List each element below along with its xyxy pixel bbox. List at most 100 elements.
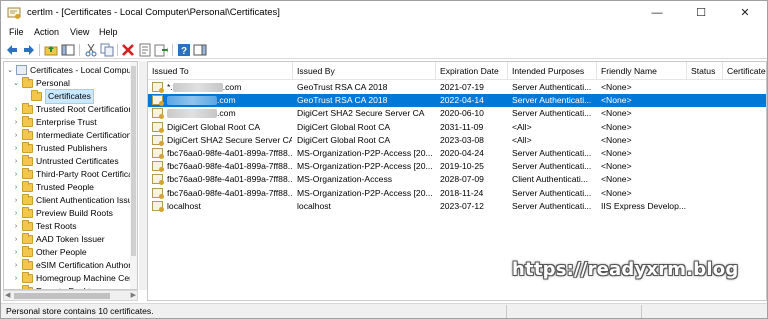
column-header[interactable]: Issued By	[293, 62, 436, 80]
collapsed-chevron-icon[interactable]: ›	[12, 103, 20, 116]
cell-template	[727, 173, 766, 186]
table-row[interactable]: fbc76aa0-98fe-4a01-899a-7ff88... MS-Organ…	[148, 160, 766, 173]
table-row[interactable]: .com DigiCert SHA2 Secure Server CA 2020-0…	[148, 107, 766, 120]
cell-purposes: Client Authenticati...	[512, 174, 588, 184]
table-row[interactable]: fbc76aa0-98fe-4a01-899a-7ff88... MS-Organ…	[148, 173, 766, 186]
certificate-icon	[152, 188, 164, 199]
cell-template	[727, 107, 766, 120]
collapsed-chevron-icon[interactable]: ›	[12, 142, 20, 155]
cell-friendly: <None>	[601, 82, 632, 92]
delete-icon[interactable]	[121, 43, 135, 57]
cell-friendly: IIS Express Develop...	[601, 201, 686, 211]
tree-horizontal-scrollbar[interactable]: ◀ ▶	[3, 290, 138, 301]
certlm-window: certlm - [Certificates - Local Computer\…	[0, 0, 768, 319]
collapsed-chevron-icon[interactable]: ›	[12, 116, 20, 129]
expanded-chevron-icon[interactable]: ⌄	[6, 64, 14, 77]
cell-status	[691, 94, 722, 107]
cell-status	[691, 200, 722, 213]
pane-splitter[interactable]	[139, 61, 147, 290]
column-header[interactable]: Issued To	[148, 62, 293, 80]
cell-template	[727, 121, 766, 134]
minimize-button[interactable]: —	[635, 1, 679, 25]
collapsed-chevron-icon[interactable]: ›	[12, 155, 20, 168]
help-icon[interactable]: ?	[177, 43, 191, 57]
table-row-selected[interactable]: .com GeoTrust RSA CA 2018 2022-04-14 Server…	[148, 94, 766, 107]
table-row[interactable]: DigiCert SHA2 Secure Server CA DigiCert G…	[148, 134, 766, 147]
column-header[interactable]: Friendly Name	[597, 62, 687, 80]
issued-to-prefix: *.	[167, 82, 173, 92]
tree-item-label: Trusted Publishers	[36, 143, 108, 153]
cell-purposes: Server Authenticati...	[512, 188, 592, 198]
column-header[interactable]: Expiration Date	[436, 62, 508, 80]
tree-item-label: Trusted People	[36, 182, 94, 192]
collapsed-chevron-icon[interactable]: ›	[12, 246, 20, 259]
cell-status	[691, 107, 722, 120]
collapsed-chevron-icon[interactable]: ›	[12, 207, 20, 220]
collapsed-chevron-icon[interactable]: ›	[12, 194, 20, 207]
menu-help[interactable]: Help	[99, 27, 118, 37]
cell-issued-to: DigiCert SHA2 Secure Server CA	[167, 134, 292, 147]
menu-view[interactable]: View	[70, 27, 89, 37]
collapsed-chevron-icon[interactable]: ›	[12, 181, 20, 194]
cell-expiration: 2020-04-24	[440, 148, 484, 158]
action-pane-icon[interactable]	[193, 43, 207, 57]
column-header[interactable]: Intended Purposes	[508, 62, 597, 80]
scrollbar-thumb[interactable]	[131, 66, 136, 256]
cut-icon[interactable]	[84, 43, 98, 57]
certificate-icon	[152, 174, 164, 185]
collapsed-chevron-icon[interactable]: ›	[12, 168, 20, 181]
tree-vertical-scrollbar[interactable]	[130, 62, 137, 289]
issued-to-text: fbc76aa0-98fe-4a01-899a-7ff88...	[167, 148, 292, 158]
back-arrow-icon[interactable]	[5, 43, 19, 57]
properties-icon[interactable]	[138, 43, 152, 57]
folder-icon	[22, 259, 33, 270]
cell-template	[727, 134, 766, 147]
column-header[interactable]: Status	[687, 62, 723, 80]
table-row[interactable]: *. .com GeoTrust RSA CA 2018 2021-07-19 Serv…	[148, 81, 766, 94]
toolbar: ?	[1, 41, 767, 59]
maximize-button[interactable]: ☐	[679, 1, 723, 25]
toolbar-separator	[39, 44, 40, 56]
collapsed-chevron-icon[interactable]: ›	[12, 233, 20, 246]
table-row[interactable]: fbc76aa0-98fe-4a01-899a-7ff88... MS-Organ…	[148, 187, 766, 200]
folder-icon	[22, 129, 33, 140]
scroll-left-icon[interactable]: ◀	[5, 291, 10, 299]
expanded-chevron-icon[interactable]: ⌄	[12, 77, 20, 90]
menu-file[interactable]: File	[9, 27, 24, 37]
scroll-right-icon[interactable]: ▶	[131, 291, 136, 299]
cell-friendly: <None>	[601, 161, 632, 171]
collapsed-chevron-icon[interactable]: ›	[12, 259, 20, 272]
cell-expiration: 2023-03-08	[440, 135, 484, 145]
cell-friendly: <None>	[601, 135, 632, 145]
menu-action[interactable]: Action	[34, 27, 59, 37]
scrollbar-thumb[interactable]	[14, 293, 110, 299]
cell-expiration: 2019-10-25	[440, 161, 484, 171]
export-list-icon[interactable]	[154, 43, 168, 57]
certificate-icon	[152, 201, 164, 212]
cell-issued-to: DigiCert Global Root CA	[167, 121, 292, 134]
table-row[interactable]: DigiCert Global Root CA DigiCert Global R…	[148, 121, 766, 134]
close-button[interactable]: ✕	[723, 1, 767, 25]
forward-arrow-icon[interactable]	[22, 43, 36, 57]
cell-expiration: 2028-07-09	[440, 174, 484, 184]
cell-template	[727, 187, 766, 200]
collapsed-chevron-icon[interactable]: ›	[12, 129, 20, 142]
console-tree[interactable]: ⌄ Certificates - Local Computer ⌄ Personal C…	[3, 61, 138, 290]
table-row[interactable]: localhost localhost 2023-07-12 Server Authe…	[148, 200, 766, 213]
folder-icon	[22, 194, 33, 205]
certificate-list[interactable]: Issued To Issued By Expiration Date Intende…	[147, 61, 767, 301]
folder-icon	[22, 272, 33, 283]
collapsed-chevron-icon[interactable]: ›	[12, 272, 20, 285]
copy-icon[interactable]	[100, 43, 114, 57]
folder-icon	[22, 168, 33, 179]
show-hide-console-tree-icon[interactable]	[61, 43, 75, 57]
cell-template	[727, 200, 766, 213]
column-header[interactable]: Certificate	[723, 62, 766, 80]
cell-status	[691, 81, 722, 94]
cell-issued-to: fbc76aa0-98fe-4a01-899a-7ff88...	[167, 187, 292, 200]
up-folder-icon[interactable]	[44, 43, 58, 57]
redacted-blur	[167, 109, 217, 118]
table-row[interactable]: fbc76aa0-98fe-4a01-899a-7ff88... MS-Organ…	[148, 147, 766, 160]
collapsed-chevron-icon[interactable]: ›	[12, 220, 20, 233]
title-bar[interactable]: certlm - [Certificates - Local Computer\…	[1, 1, 767, 25]
